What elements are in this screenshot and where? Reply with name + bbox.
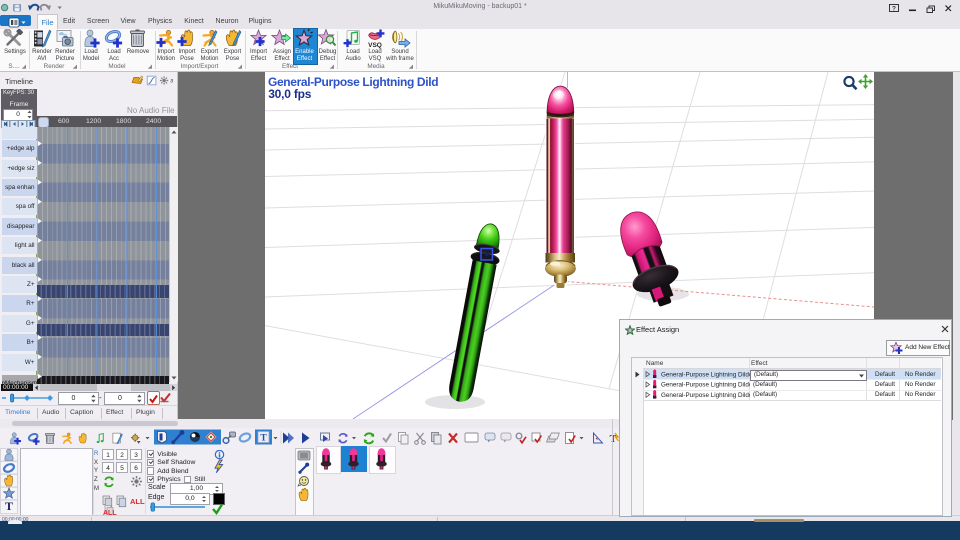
svg-text:General-Purpose Lightning Dild: General-Purpose Lightning Dildo... <box>661 392 750 399</box>
svg-text:ALL: ALL <box>130 497 145 506</box>
svg-text:T: T <box>5 499 13 513</box>
svg-text:General-Purpose Lightning Dild: General-Purpose Lightning Dildo... <box>661 371 750 378</box>
svg-text:General-Purpose Lightning Dild: General-Purpose Lightning Dildo... <box>661 382 750 389</box>
svg-text:a: a <box>170 79 173 85</box>
svg-text:T: T <box>260 434 267 444</box>
svg-text:VSQ: VSQ <box>368 42 382 49</box>
svg-text:T: T <box>610 434 617 445</box>
svg-text:?: ? <box>892 6 896 13</box>
